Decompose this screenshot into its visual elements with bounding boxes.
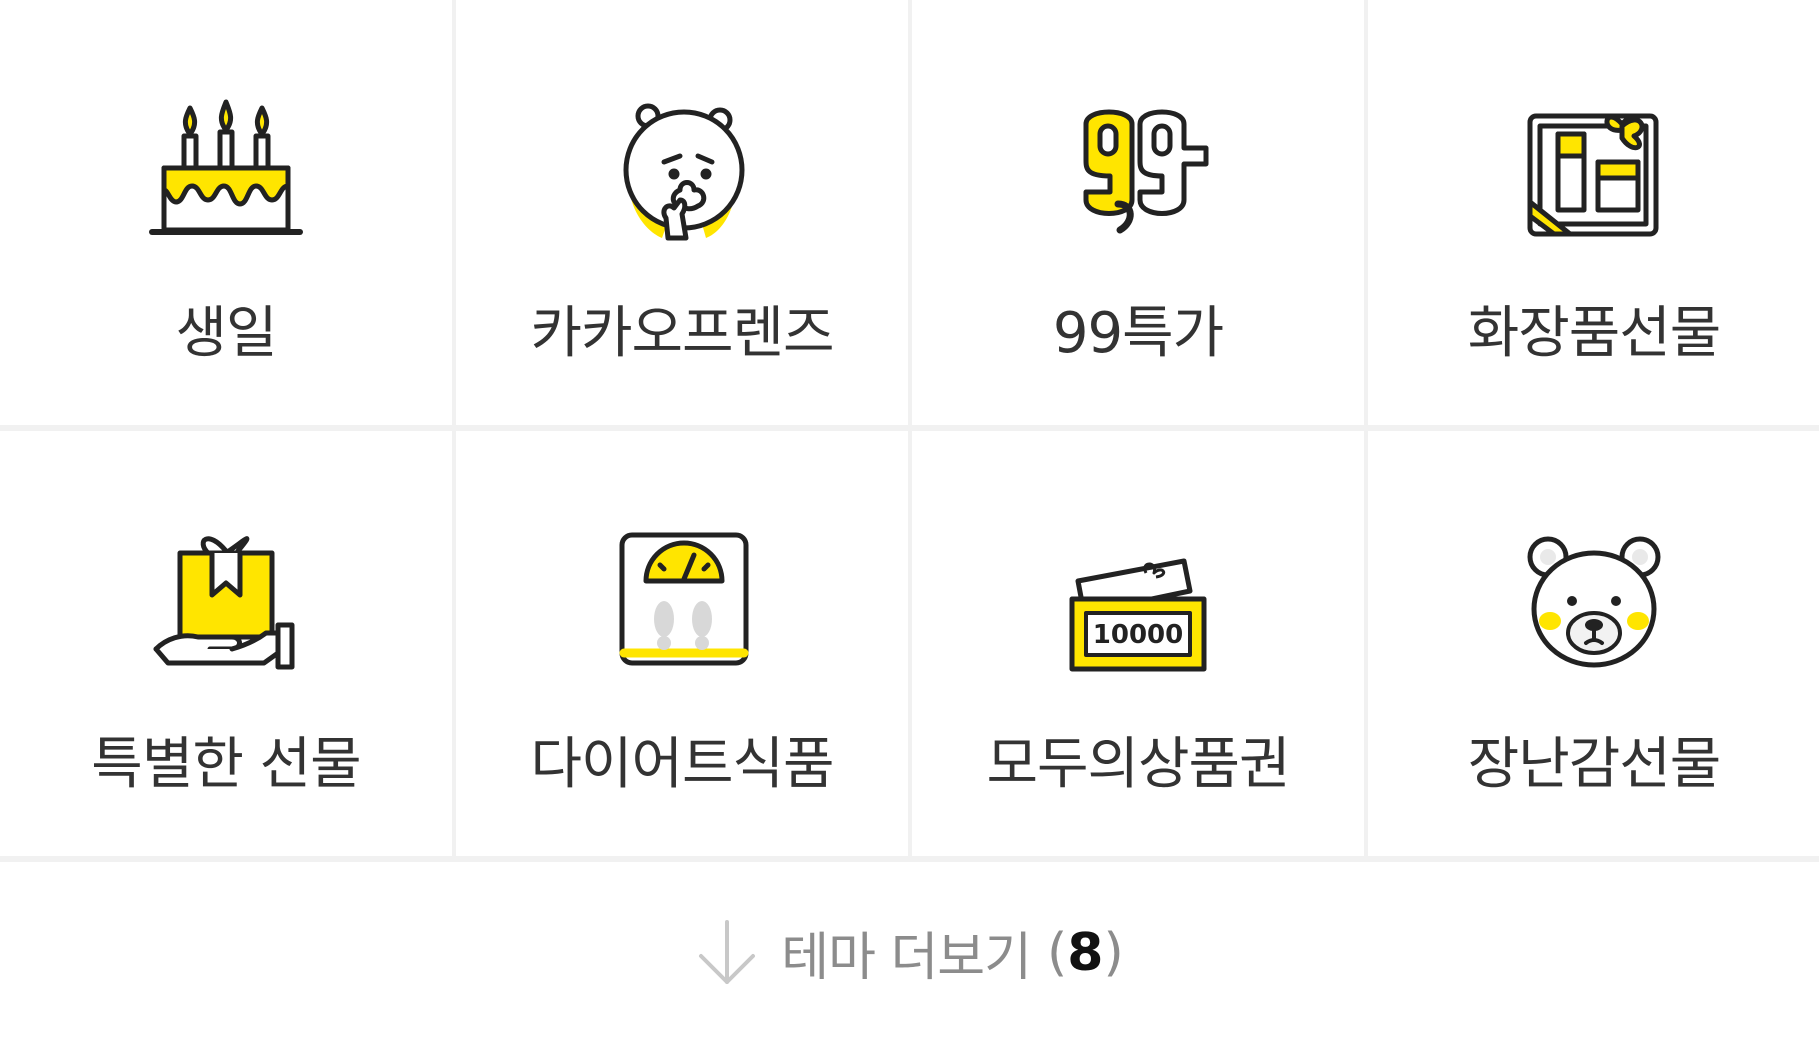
more-themes-button[interactable]: 테마 더보기 ( 8 ) [0,862,1819,1043]
theme-label: 99특가 [1052,301,1224,366]
theme-tile-kakao-friends[interactable]: 카카오프렌즈 [456,0,908,425]
theme-label: 장난감선물 [1467,732,1722,797]
scale-icon [602,521,762,681]
more-themes-label: 테마 더보기 [781,928,1032,988]
theme-tile-voucher[interactable]: 10000 모두의상품권 [912,431,1364,856]
theme-label: 다이어트식품 [530,732,834,797]
theme-tile-cosmetics[interactable]: 화장품선물 [1368,0,1819,425]
theme-tile-toys[interactable]: 장난감선물 [1368,431,1819,856]
more-themes-count: 8 [1067,922,1104,983]
theme-label: 화장품선물 [1467,301,1722,366]
theme-label: 모두의상품권 [986,732,1290,797]
count-close-paren: ) [1103,922,1124,983]
theme-tile-special-gift[interactable]: 특별한 선물 [0,431,452,856]
birthday-cake-icon [146,90,306,250]
cosmetics-box-icon [1514,90,1674,250]
arrow-down-icon [699,919,756,984]
theme-tile-diet-food[interactable]: 다이어트식품 [456,431,908,856]
theme-label: 특별한 선물 [91,732,361,797]
teddy-bear-icon [1514,521,1674,681]
theme-label: 카카오프렌즈 [530,301,834,366]
voucher-value: 10000 [1093,620,1183,650]
count-open-paren: ( [1046,922,1068,983]
gift-hand-icon [146,521,306,681]
theme-tile-birthday[interactable]: 생일 [0,0,452,425]
theme-tile-99-special[interactable]: 99특가 [912,0,1364,425]
theme-grid: 생일 카카오프렌즈 99특가 화장품선물 특별한 선물 다이어트식품 10000… [0,0,1819,856]
kakao-ryan-icon [602,90,762,250]
voucher-icon: 10000 [1058,521,1218,681]
theme-label: 생일 [175,301,277,366]
theme-panel: 생일 카카오프렌즈 99특가 화장품선물 특별한 선물 다이어트식품 10000… [0,0,1819,1043]
special-99-icon [1058,90,1218,250]
